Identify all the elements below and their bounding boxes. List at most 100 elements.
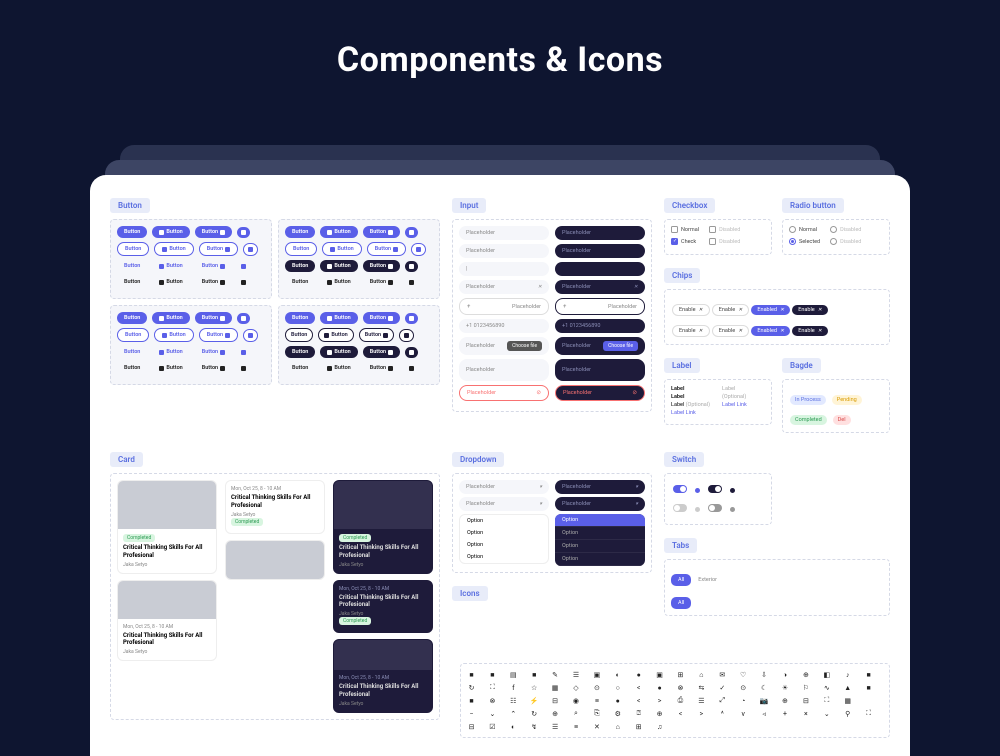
switch-off-dark[interactable] xyxy=(708,504,722,512)
btn-text-2[interactable]: Button xyxy=(285,276,315,288)
dropdown-option[interactable]: Option xyxy=(460,527,548,539)
input-error[interactable]: Placeholder⊘ xyxy=(459,385,549,401)
btn-sq2-od-ir[interactable]: Button xyxy=(359,328,394,342)
btn-outline-2[interactable]: Button xyxy=(285,242,317,256)
dropdown-dark-open[interactable]: Placeholder xyxy=(555,497,645,511)
btn-sq2-dark-ir[interactable]: Button xyxy=(363,346,400,358)
checkbox-checked[interactable]: Check xyxy=(671,238,699,245)
card-1[interactable]: Completed Critical Thinking Skills For A… xyxy=(117,480,217,574)
input-outline[interactable]: Placeholder xyxy=(459,298,549,315)
btn-sq2-primary-il[interactable]: Button xyxy=(320,312,357,324)
input-outline-dark[interactable]: Placeholder xyxy=(555,298,645,315)
btn-text-il[interactable]: Button xyxy=(152,276,189,288)
btn-sq-text-ir[interactable]: Button xyxy=(195,362,232,374)
input-file[interactable]: PlaceholderChoose file xyxy=(459,337,549,355)
input-phone-dark[interactable]: +1 0123456890 xyxy=(555,319,645,333)
chip-enable-dark-2[interactable]: Enable xyxy=(792,326,828,336)
btn-sq-primary-io[interactable] xyxy=(237,313,250,324)
close-icon[interactable] xyxy=(738,328,742,334)
btn-sq-ghost-il[interactable]: Button xyxy=(152,346,189,358)
btn-sq2-text-il[interactable]: Button xyxy=(320,362,357,374)
input-textarea[interactable]: Placeholder xyxy=(459,359,549,381)
checkbox-normal[interactable]: Normal xyxy=(671,226,699,233)
chip-enable-3[interactable]: Enable xyxy=(672,325,710,337)
chip-enable-2[interactable]: Enable xyxy=(712,304,750,316)
btn-sq-ghost[interactable]: Button xyxy=(117,346,147,358)
btn-sq2-text-io[interactable] xyxy=(405,363,418,374)
input-placeholder-2[interactable]: Placeholder xyxy=(459,244,549,258)
input-dark-4[interactable]: Placeholder xyxy=(555,280,645,294)
chip-enabled-blue[interactable]: Enabled xyxy=(751,305,790,315)
btn-primary[interactable]: Button xyxy=(117,226,147,238)
switch-off[interactable] xyxy=(673,504,687,512)
btn-primary-icon-right[interactable]: Button xyxy=(195,226,232,238)
chip-enable-1[interactable]: Enable xyxy=(672,304,710,316)
label-link-1[interactable]: Label Link xyxy=(671,410,710,416)
tab-all-1[interactable]: All xyxy=(671,574,691,586)
btn-sq-primary-il[interactable]: Button xyxy=(152,312,189,324)
chip-enabled-blue-2[interactable]: Enabled xyxy=(751,326,790,336)
btn-sq-ghost-io[interactable] xyxy=(237,347,250,358)
btn-dark-ir[interactable]: Button xyxy=(363,260,400,272)
btn-primary-2-io[interactable] xyxy=(405,227,418,238)
btn-outline-ir[interactable]: Button xyxy=(199,242,238,256)
dropdown-option[interactable]: Option xyxy=(460,539,548,551)
btn-text-2-io[interactable] xyxy=(405,277,418,288)
dropdown-option-selected[interactable]: Option xyxy=(555,514,645,527)
dropdown-option[interactable]: Option xyxy=(555,527,645,540)
btn-dark-il[interactable]: Button xyxy=(320,260,357,272)
input-placeholder-1[interactable]: Placeholder xyxy=(459,226,549,240)
btn-text-io[interactable] xyxy=(237,277,250,288)
btn-sq2-od[interactable]: Button xyxy=(285,328,313,342)
input-error-dark[interactable]: Placeholder⊘ xyxy=(555,385,645,401)
btn-sq-text-il[interactable]: Button xyxy=(152,362,189,374)
card-dark-3[interactable]: Mon, Oct 25, 8 - 10 AM Critical Thinking… xyxy=(333,639,433,713)
close-icon[interactable] xyxy=(699,328,703,334)
btn-primary-icon-only[interactable] xyxy=(237,227,250,238)
btn-ghost[interactable]: Button xyxy=(117,260,147,272)
input-dark-2[interactable]: Placeholder xyxy=(555,244,645,258)
label-link-2[interactable]: Label Link xyxy=(722,402,747,408)
close-icon[interactable] xyxy=(818,307,822,313)
dropdown-option[interactable]: Option xyxy=(460,551,548,563)
btn-outline[interactable]: Button xyxy=(117,242,149,256)
close-icon[interactable] xyxy=(538,284,542,290)
btn-primary-2-il[interactable]: Button xyxy=(320,226,357,238)
btn-outline-2-ir[interactable]: Button xyxy=(367,242,406,256)
btn-ghost-il[interactable]: Button xyxy=(152,260,189,272)
btn-sq2-text[interactable]: Button xyxy=(285,362,315,374)
btn-primary-2-ir[interactable]: Button xyxy=(363,226,400,238)
dropdown-option[interactable]: Option xyxy=(555,540,645,553)
close-icon[interactable] xyxy=(699,307,703,313)
btn-sq-text[interactable]: Button xyxy=(117,362,147,374)
close-icon[interactable] xyxy=(780,307,784,313)
input-dark-3[interactable] xyxy=(555,262,645,276)
btn-sq-ghost-ir[interactable]: Button xyxy=(195,346,232,358)
btn-outline-2-il[interactable]: Button xyxy=(322,242,361,256)
btn-sq-primary-ir[interactable]: Button xyxy=(195,312,232,324)
btn-sq2-od-io[interactable] xyxy=(399,329,414,342)
card-dark-2[interactable]: Mon, Oct 25, 8 - 10 AM Critical Thinking… xyxy=(333,580,433,634)
chip-enable-dark[interactable]: Enable xyxy=(792,305,828,315)
input-phone[interactable]: +1 0123456890 xyxy=(459,319,549,333)
input-textarea-dark[interactable]: Placeholder xyxy=(555,359,645,381)
close-icon[interactable] xyxy=(818,328,822,334)
btn-sq2-dark-io[interactable] xyxy=(405,347,418,358)
input-file-dark[interactable]: PlaceholderChoose file xyxy=(555,337,645,355)
btn-sq2-text-ir[interactable]: Button xyxy=(363,362,400,374)
btn-text-ir[interactable]: Button xyxy=(195,276,232,288)
close-icon[interactable] xyxy=(738,307,742,313)
btn-sq2-od-il[interactable]: Button xyxy=(318,328,353,342)
input-placeholder-4[interactable]: Placeholder xyxy=(459,280,549,294)
card-2[interactable]: Mon, Oct 25, 8 - 10 AM Critical Thinking… xyxy=(225,480,325,534)
btn-sq-primary[interactable]: Button xyxy=(117,312,147,324)
close-icon[interactable] xyxy=(780,328,784,334)
btn-ghost-io[interactable] xyxy=(237,261,250,272)
dropdown-light-closed[interactable]: Placeholder xyxy=(459,480,549,494)
btn-sq-outline[interactable]: Button xyxy=(117,328,149,342)
btn-sq2-primary-ir[interactable]: Button xyxy=(363,312,400,324)
btn-outline-io[interactable] xyxy=(243,243,258,256)
btn-sq-outline-io[interactable] xyxy=(243,329,258,342)
input-dark-1[interactable]: Placeholder xyxy=(555,226,645,240)
btn-sq2-dark[interactable]: Button xyxy=(285,346,315,358)
